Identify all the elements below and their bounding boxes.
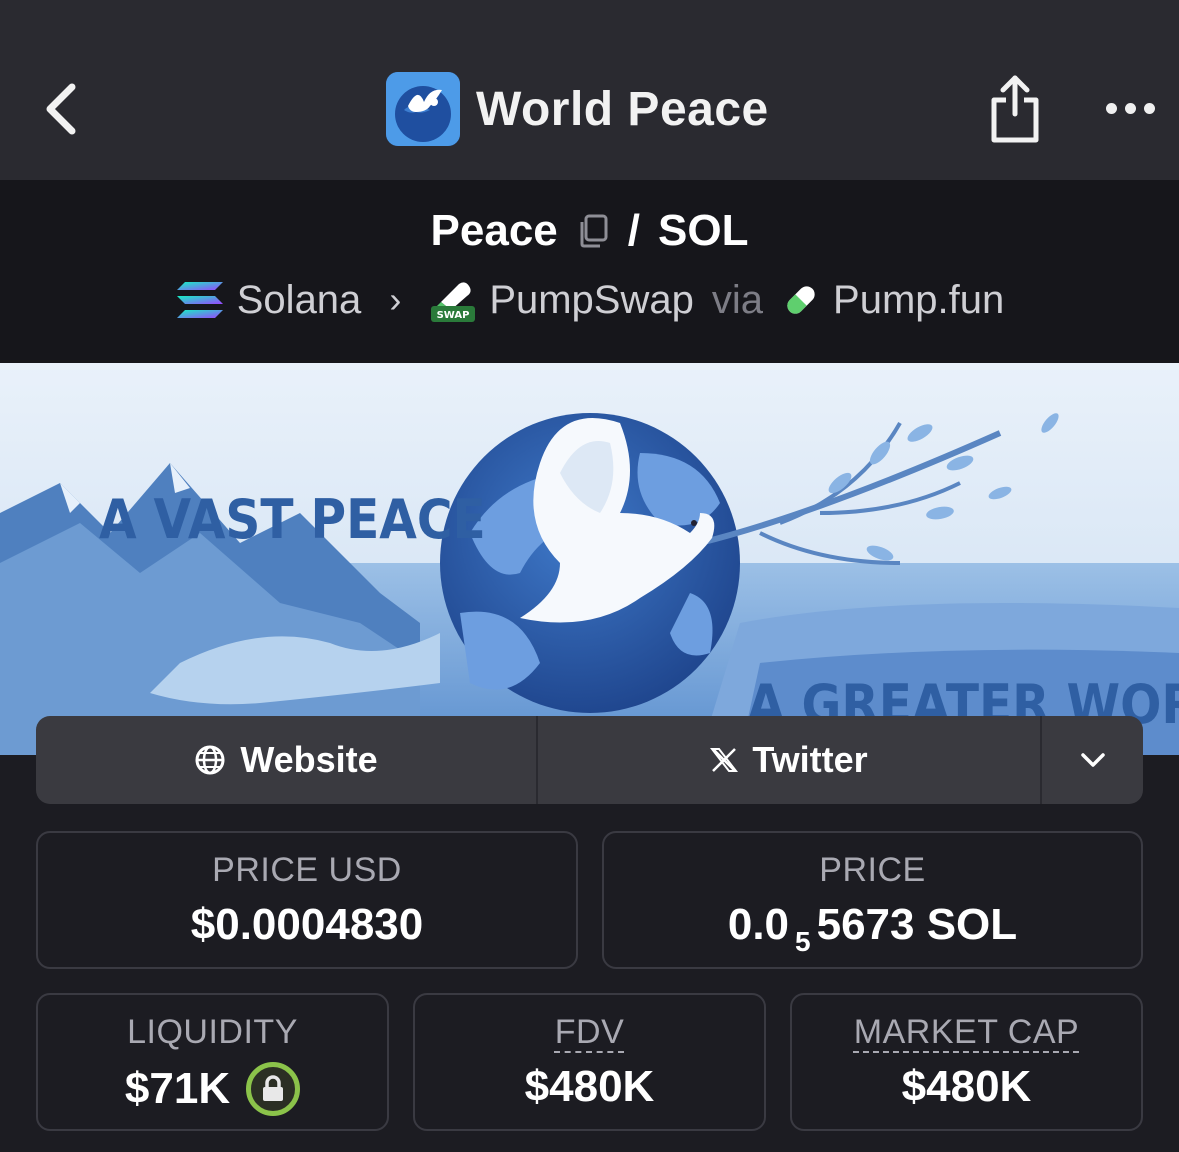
globe-icon [195, 745, 225, 775]
chevron-down-icon [1080, 753, 1105, 767]
more-horizontal-icon [1105, 102, 1117, 114]
more-options-button[interactable] [1098, 86, 1162, 130]
liquidity-label: LIQUIDITY [127, 1013, 298, 1051]
launchpad-link[interactable]: Pump.fun [781, 278, 1004, 323]
price-zero-count: 5 [795, 926, 811, 957]
price-native-value: 0.0 5 5673 SOL [604, 900, 1141, 957]
quote-token-symbol: SOL [658, 206, 749, 255]
website-button[interactable]: Website [36, 716, 538, 804]
base-token-symbol: Peace [430, 206, 558, 255]
price-suffix: 5673 SOL [816, 900, 1018, 949]
solana-icon [176, 282, 223, 318]
share-icon [991, 75, 1039, 143]
chevron-left-icon [46, 83, 76, 135]
market-cap-card[interactable]: MARKET CAP $480K [790, 993, 1143, 1131]
pumpswap-icon: SWAP [431, 282, 476, 322]
twitter-label: Twitter [752, 739, 868, 780]
lock-icon[interactable] [246, 1062, 301, 1116]
more-links-dropdown[interactable] [1042, 716, 1143, 804]
twitter-button[interactable]: Twitter [538, 716, 1042, 804]
fdv-label: FDV [554, 1013, 625, 1051]
price-native-card: PRICE 0.0 5 5673 SOL [602, 831, 1143, 969]
dex-name: PumpSwap [489, 277, 694, 322]
dex-link[interactable]: SWAP PumpSwap [429, 276, 694, 324]
share-button[interactable] [986, 72, 1044, 144]
page-title: World Peace [476, 82, 769, 136]
back-button[interactable] [30, 74, 90, 144]
via-label: via [711, 277, 764, 322]
liquidity-value: $71K [124, 1064, 231, 1113]
route-breadcrumb: Solana › SWAP PumpSwap via Pump.fun [0, 276, 1179, 324]
token-title: World Peace [386, 72, 769, 146]
website-label: Website [240, 739, 378, 780]
x-logo-icon [710, 748, 739, 772]
chain-link[interactable]: Solana [175, 277, 362, 323]
price-usd-card: PRICE USD $0.0004830 [36, 831, 578, 969]
token-banner-image: A VAST PEACE A GREATER WORLD [0, 363, 1179, 755]
liquidity-card: LIQUIDITY $71K [36, 993, 389, 1131]
price-usd-label: PRICE USD [212, 851, 402, 889]
pill-icon [787, 286, 815, 314]
price-prefix: 0.0 [727, 900, 790, 949]
price-label: PRICE [819, 851, 926, 889]
fdv-card[interactable]: FDV $480K [413, 993, 766, 1131]
token-logo [386, 72, 460, 146]
fdv-value: $480K [524, 1062, 655, 1111]
price-usd-value: $0.0004830 [190, 900, 424, 949]
launchpad-name: Pump.fun [833, 277, 1005, 322]
market-cap-value: $480K [901, 1062, 1032, 1111]
copy-icon[interactable] [576, 213, 610, 249]
chain-name: Solana [236, 277, 362, 322]
market-cap-label: MARKET CAP [853, 1013, 1080, 1051]
chevron-right-icon: › [389, 279, 402, 320]
pair-title: Peace / SOL [0, 206, 1179, 256]
banner-text-left: A VAST PEACE [99, 489, 486, 552]
pair-separator: / [627, 206, 640, 255]
social-links-bar: Website Twitter [36, 716, 1143, 804]
swap-badge: SWAP [437, 310, 470, 321]
